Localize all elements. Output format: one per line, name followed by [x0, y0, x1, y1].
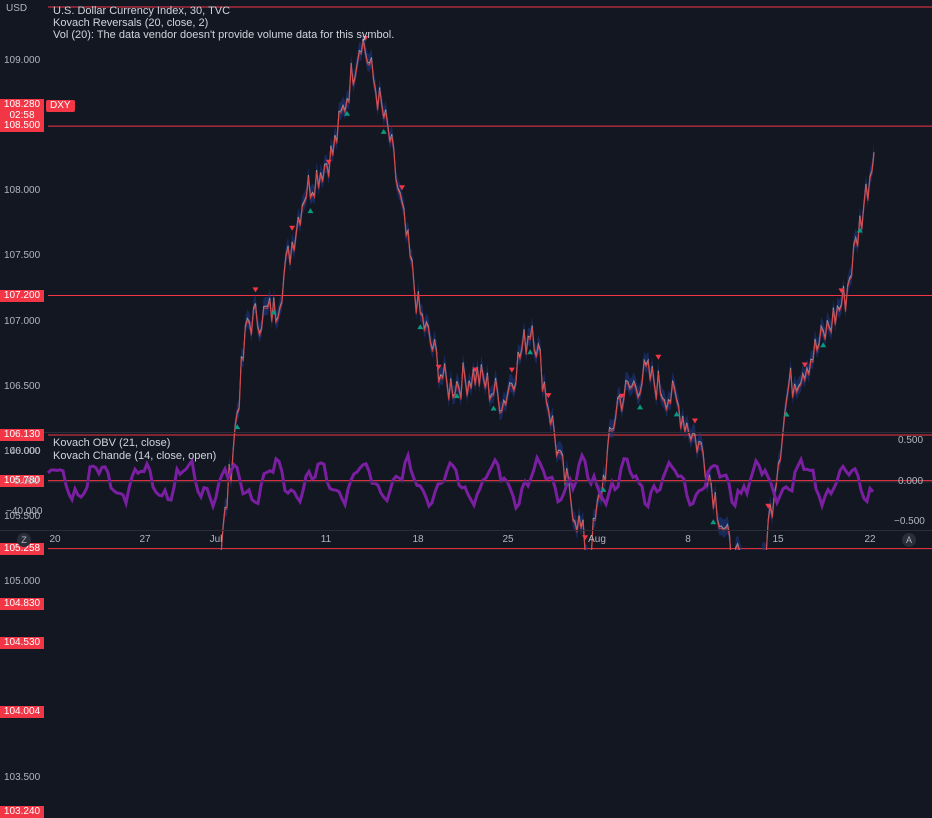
price-series — [220, 38, 875, 550]
countdown-time: 02:58 — [9, 110, 35, 121]
time-tick: 8 — [685, 534, 691, 545]
price-tick: 109.500 — [4, 0, 40, 1]
up-arrow — [637, 404, 644, 410]
indicator-kovach-reversals[interactable]: Kovach Reversals (20, close, 2) — [53, 17, 208, 29]
osc-right-tick-3: −0.500 — [894, 516, 925, 527]
up-arrow — [527, 349, 534, 355]
timezone-icon[interactable]: Z — [17, 533, 31, 547]
down-arrow — [252, 287, 259, 293]
price-tick: 105.000 — [4, 576, 41, 588]
indicator-kovach-chande[interactable]: Kovach Chande (14, close, open) — [53, 450, 216, 462]
up-arrow — [380, 128, 387, 134]
price-tick: 106.500 — [4, 380, 41, 392]
time-tick: Jul — [209, 534, 223, 545]
up-arrow — [710, 519, 717, 525]
price-tick: 103.500 — [4, 771, 41, 783]
price-tick: 107.500 — [4, 250, 41, 262]
time-tick: 11 — [320, 534, 332, 545]
symbol-tag: DXY — [46, 100, 75, 112]
up-arrow — [490, 405, 497, 411]
time-tick: 15 — [772, 534, 784, 545]
currency-label: USD — [6, 3, 28, 14]
band-fill — [220, 29, 874, 550]
down-arrow — [691, 418, 698, 424]
current-price: 108.280 — [3, 99, 41, 110]
time-tick: 18 — [412, 534, 424, 545]
pane-separator[interactable] — [0, 432, 932, 433]
osc-left-tick-1: 40.000 — [10, 446, 41, 457]
osc-left-tick-3: −40.000 — [6, 506, 43, 517]
indicator-kovach-obv[interactable]: Kovach OBV (21, close) — [53, 437, 170, 449]
level-label: 103.240 — [0, 805, 44, 818]
down-arrow — [655, 354, 662, 360]
time-tick: 20 — [49, 534, 61, 545]
level-label: 108.500 — [0, 120, 44, 133]
time-tick: 22 — [864, 534, 876, 545]
price-tick: 108.000 — [4, 185, 41, 197]
level-label: 107.200 — [0, 289, 44, 302]
indicator-volume[interactable]: Vol (20): The data vendor doesn't provid… — [53, 29, 394, 41]
osc-left-tick-2: 0.000 — [14, 476, 40, 487]
level-label: 104.004 — [0, 705, 44, 718]
time-tick: 25 — [502, 534, 514, 545]
time-tick: Aug — [588, 534, 606, 545]
price-line — [220, 38, 875, 550]
symbol-title[interactable]: U.S. Dollar Currency Index, 30, TVC — [53, 5, 230, 17]
time-tick: 27 — [139, 534, 151, 545]
envelope-band — [220, 29, 874, 550]
level-label: 104.530 — [0, 637, 44, 650]
main-chart[interactable] — [0, 0, 932, 550]
up-arrow — [417, 324, 424, 330]
auto-scale-icon[interactable]: A — [902, 533, 916, 547]
down-arrow — [508, 367, 515, 373]
current-price-badge: 108.280 02:58 — [0, 99, 44, 121]
osc-right-tick-1: 0.500 — [898, 435, 924, 446]
level-label: 106.130 — [0, 428, 44, 441]
level-label: 104.830 — [0, 598, 44, 611]
down-arrow — [289, 225, 296, 231]
price-tick: 109.000 — [4, 55, 41, 66]
time-axis-border — [0, 530, 932, 531]
osc-right-tick-2: 0.000 — [898, 476, 924, 487]
price-tick: 107.000 — [4, 315, 41, 327]
up-arrow — [307, 208, 314, 214]
